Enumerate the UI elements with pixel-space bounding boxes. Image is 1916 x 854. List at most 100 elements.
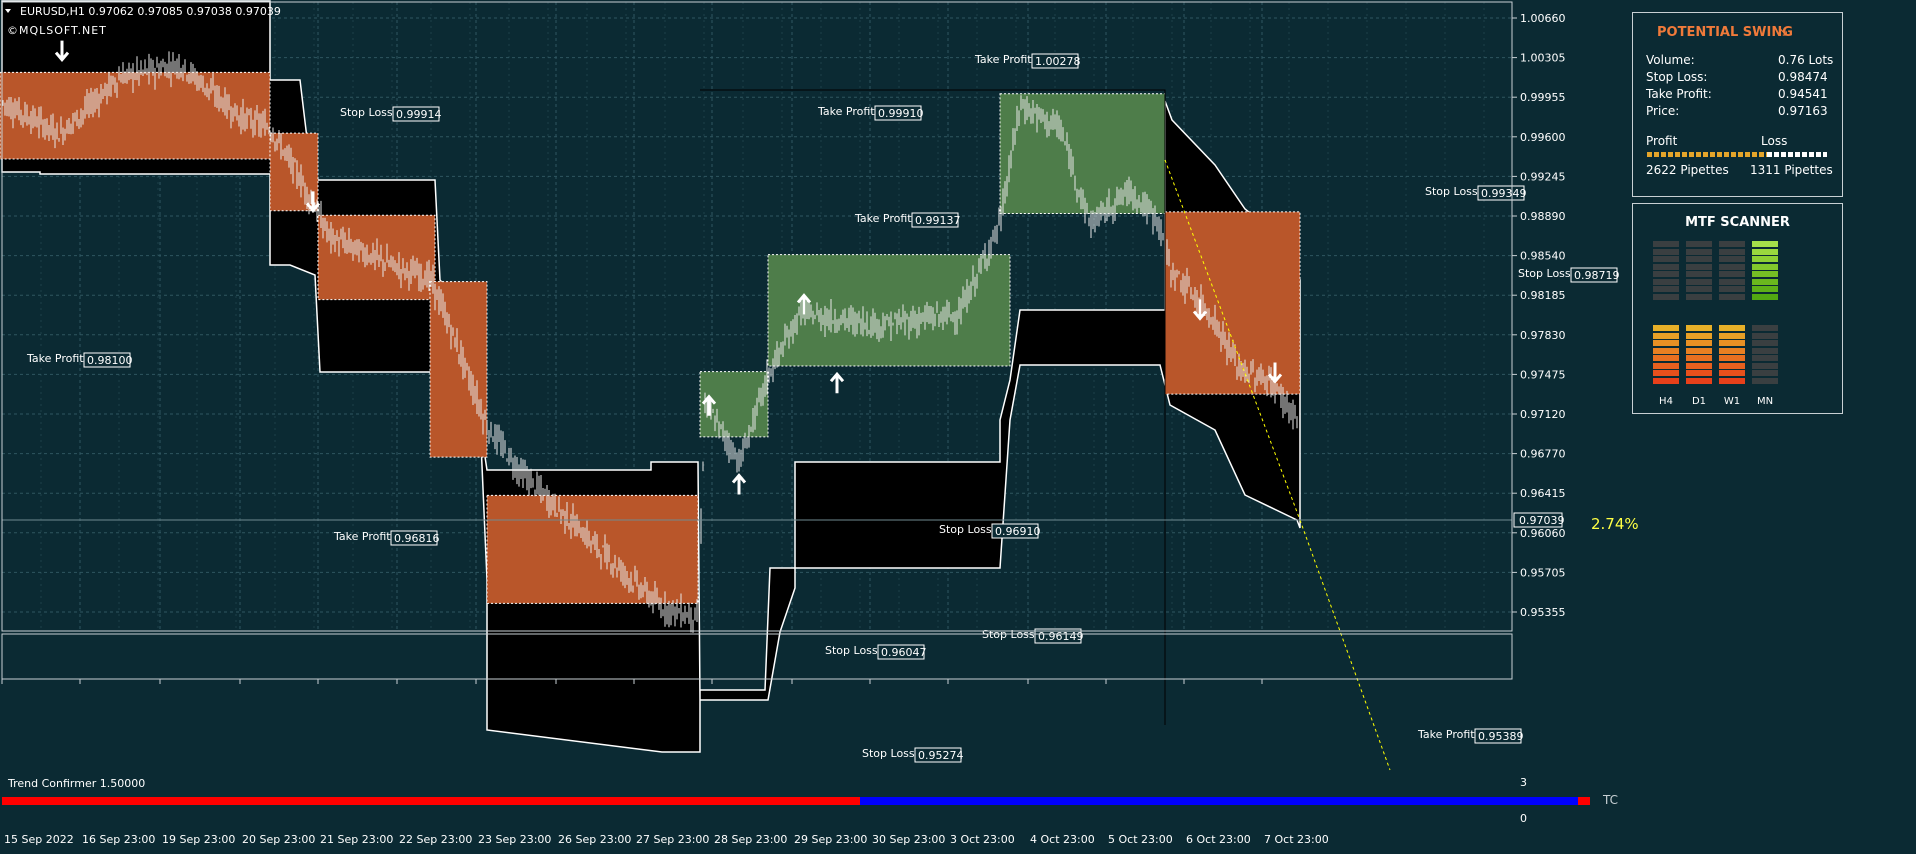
y-tick-label: 0.97475 [1520,368,1566,381]
annotation-value: 0.99137 [915,214,961,227]
swing-stoploss-row: Stop Loss: 0.98474 [1646,70,1828,84]
mtf-bull-cell [1752,248,1778,255]
tp-sl-annotation: Stop Loss 0.99914 [340,106,442,122]
annotation-value: 0.99910 [878,107,924,120]
mtf-bull-cell [1686,248,1712,255]
tp-sl-annotation: Stop Loss 0.98719 [1518,267,1620,283]
mtf-bear-cell [1719,355,1745,361]
swing-takeprofit-row: Take Profit: 0.94541 [1646,87,1828,101]
y-tick-label: 0.96060 [1520,527,1566,540]
tp-sl-annotation: Stop Loss 0.96047 [825,644,927,660]
percent-change-label: 2.74% [1591,515,1639,533]
trading-chart-window[interactable]: Take Profit 1.00278 Stop Loss 0.99914 Take P… [0,0,1916,850]
y-tick-label: 1.00660 [1520,12,1566,25]
mtf-bear-cell [1653,370,1679,376]
annotation-label: Stop Loss [825,644,878,657]
potential-swing-title: POTENTIAL SWING [1657,25,1793,40]
swing-volume-row: Volume: 0.76 Lots [1646,53,1834,67]
y-tick-label: 1.00305 [1520,52,1566,65]
mtf-column-h4 [1653,241,1679,389]
annotation-value: 0.99349 [1481,187,1527,200]
annotation-value: 0.96149 [1038,630,1084,643]
mtf-bull-cell [1653,263,1679,270]
arrow-down-right-icon: ↘ [1777,24,1789,40]
mtf-bull-cell [1719,271,1745,277]
y-tick-label: 0.99245 [1520,170,1566,183]
swing-price-row: Price: 0.97163 [1646,104,1828,118]
tp-sl-annotation: Take Profit 0.98100 [26,352,133,368]
x-tick-label: 26 Sep 23:00 [558,833,631,846]
mtf-bear-cell [1653,377,1679,384]
mtf-bull-cell [1686,293,1712,300]
annotation-value: 0.99914 [396,108,442,121]
mtf-bull-cell [1686,263,1712,270]
mtf-bear-cell [1719,332,1745,339]
mtf-bull-cell [1752,241,1778,247]
y-tick-label: 0.97120 [1520,408,1566,421]
mtf-bull-cell [1719,278,1745,285]
mtf-bear-cell [1686,377,1712,384]
x-tick-label: 7 Oct 23:00 [1264,833,1329,846]
y-tick-label: 0.99955 [1520,91,1566,104]
mtf-bear-cell [1686,332,1712,339]
y-tick-label: 0.96770 [1520,448,1566,461]
tp-sl-annotation: Take Profit 0.99137 [854,212,961,228]
annotation-label: Stop Loss [862,747,915,760]
x-tick-label: 4 Oct 23:00 [1030,833,1095,846]
x-tick-label: 30 Sep 23:00 [872,833,945,846]
price-chart[interactable]: Take Profit 1.00278Stop Loss 0.99914 Take P… [0,0,1916,850]
mtf-bull-cell [1752,263,1778,270]
profit-loss-bar [1647,152,1827,157]
mtf-bull-cell [1686,271,1712,277]
profit-segment [1647,152,1768,157]
mtf-bull-cell [1653,293,1679,300]
mtf-bear-cell [1686,325,1712,331]
mtf-bear-cell [1752,325,1778,331]
mtf-bear-cell [1686,355,1712,361]
y-tick-label: 0.98185 [1520,289,1566,302]
annotation-label: Take Profit [26,352,84,365]
x-tick-label: 28 Sep 23:00 [714,833,787,846]
mtf-bear-cell [1719,370,1745,376]
mtf-bull-cell [1686,286,1712,292]
annotation-label: Stop Loss [1425,185,1478,198]
annotation-value: 0.96910 [995,525,1041,538]
annotation-value: 0.95274 [918,749,964,762]
x-tick-label: 19 Sep 23:00 [162,833,235,846]
mtf-bear-cell [1752,340,1778,346]
annotation-value: 0.96816 [394,532,440,545]
mtf-bear-cell [1752,347,1778,354]
mtf-bear-cell [1752,332,1778,339]
mtf-bull-cell [1719,293,1745,300]
y-tick-label: 0.99600 [1520,131,1566,144]
loss-segment [1767,152,1827,157]
mtf-bear-cell [1752,370,1778,376]
x-tick-label: 29 Sep 23:00 [794,833,867,846]
mtf-bull-cell [1719,256,1745,262]
y-tick-label: 0.95355 [1520,606,1566,619]
mtf-bear-cell [1719,362,1745,369]
annotation-label: Stop Loss [340,106,393,119]
mtf-bear-cell [1653,362,1679,369]
mtf-bear-cell [1653,347,1679,354]
mtf-bear-cell [1719,347,1745,354]
y-tick-label: 0.97830 [1520,329,1566,342]
current-price-label: 0.97039 [1519,514,1565,527]
mtf-bull-cell [1719,241,1745,247]
mtf-bear-cell [1653,340,1679,346]
mtf-bear-cell [1719,377,1745,384]
indicator-name: Trend Confirmer 1.50000 [8,777,146,790]
mtf-bear-cell [1686,347,1712,354]
x-tick-label: 15 Sep 2022 [4,833,74,846]
mtf-column-w1 [1719,241,1745,389]
mtf-bull-cell [1653,278,1679,285]
mtf-bull-cell [1653,256,1679,262]
annotation-value: 0.96047 [881,646,927,659]
annotation-label: Take Profit [974,53,1032,66]
mtf-bull-cell [1653,271,1679,277]
tp-sl-annotation: Take Profit 1.00278 [974,53,1081,69]
mtf-bull-cell [1752,293,1778,300]
mtf-bear-cell [1686,340,1712,346]
tp-sl-annotation: Stop Loss 0.96910 [939,523,1041,539]
mtf-bear-cell [1653,325,1679,331]
